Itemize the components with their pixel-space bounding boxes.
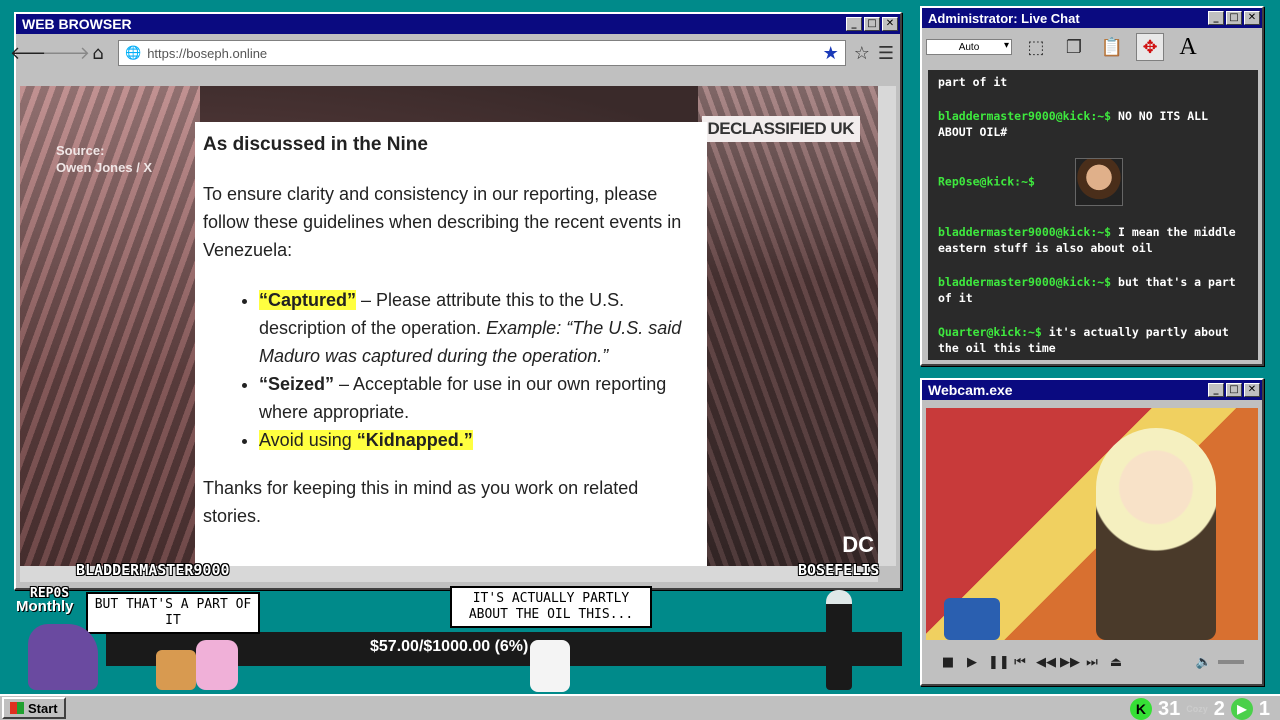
list-item: Avoid using “Kidnapped.” — [259, 426, 699, 454]
skip-end-icon[interactable]: ⏭ — [1084, 655, 1100, 670]
system-tray: K 31 Cozy 2 ▶ 1 — [1129, 696, 1270, 720]
fast-forward-icon[interactable]: ▶▶ — [1060, 655, 1080, 670]
play-icon[interactable]: ▶ — [964, 655, 980, 670]
url-text: https://boseph.online — [147, 45, 268, 61]
chat-message: Rep0se@kick:~$ — [938, 158, 1248, 206]
close-button[interactable]: ✕ — [1244, 383, 1260, 397]
minimize-button[interactable]: _ — [1208, 383, 1224, 397]
monthly-label: Monthly — [16, 598, 74, 615]
chat-toolbar: Auto ⬚ ❐ 📋 ✥ A — [922, 28, 1262, 66]
play-logo-icon[interactable]: ▶ — [1230, 698, 1253, 720]
doc-intro: To ensure clarity and consistency in our… — [203, 184, 682, 260]
favorites-star-icon[interactable]: ☆ — [854, 43, 870, 64]
webcam-window: Webcam.exe _ □ ✕ ■ ▶ ❚❚ ⏮ ◀◀ ▶▶ ⏭ ⏏ 🔈 — [920, 378, 1264, 686]
browser-toolbar: 🡐 🡒 ⌂ 🌐 https://boseph.online ★ ☆ ☰ — [10, 34, 900, 72]
list-item: “Captured” – Please attribute this to th… — [259, 286, 699, 370]
webcam-title: Webcam.exe — [928, 382, 1013, 398]
pause-icon[interactable]: ❚❚ — [988, 655, 1010, 670]
speaker-icon: 🔈 — [1195, 654, 1212, 670]
secondary-count: 2 — [1213, 697, 1225, 720]
chat-message: part of it — [938, 75, 1008, 89]
skeleton-sprite — [530, 640, 570, 692]
font-size-select[interactable]: Auto — [926, 39, 1012, 55]
start-button[interactable]: Start — [2, 697, 66, 719]
doc-title: As discussed in the Nine — [203, 134, 428, 155]
speech-bubble-center: IT'S ACTUALLY PARTLY ABOUT THE OIL THIS.… — [450, 586, 652, 628]
nameplate-left: BLADDERMASTER9000 — [76, 561, 230, 579]
document-card: As discussed in the Nine To ensure clari… — [195, 122, 707, 566]
minimize-button[interactable]: _ — [1208, 11, 1224, 25]
vtuber-avatar — [1096, 428, 1216, 640]
address-bar[interactable]: 🌐 https://boseph.online ★ — [118, 40, 846, 66]
declassified-logo: DECLASSIFIED UK — [701, 116, 860, 142]
donation-goal-text: $57.00/$1000.00 (6%) — [370, 638, 529, 655]
nameplate-right: BOSEFELIS — [798, 561, 880, 579]
copy-icon[interactable]: ❐ — [1060, 33, 1088, 61]
chat-log: part of it bladdermaster9000@kick:~$ NO … — [928, 70, 1258, 360]
taskbar: Start K 31 Cozy 2 ▶ 1 — [0, 694, 1280, 720]
globe-icon: 🌐 — [125, 45, 142, 61]
font-icon[interactable]: A — [1174, 33, 1202, 61]
doc-outro: Thanks for keeping this in mind as you w… — [203, 478, 639, 526]
cup-illustration — [944, 598, 1000, 640]
character-sprite — [826, 590, 852, 690]
chat-titlebar[interactable]: Administrator: Live Chat _ □ ✕ — [922, 8, 1262, 28]
rewind-icon[interactable]: ◀◀ — [1036, 655, 1056, 670]
paste-icon[interactable]: 📋 — [1098, 33, 1126, 61]
browser-window: WEB BROWSER _ □ ✕ 🡐 🡒 ⌂ 🌐 https://boseph… — [10, 12, 902, 590]
source-caption: Source: Owen Jones / X — [56, 143, 153, 175]
skip-start-icon[interactable]: ⏮ — [1012, 655, 1028, 670]
tertiary-count: 1 — [1258, 697, 1270, 720]
minimize-button[interactable]: _ — [846, 17, 862, 31]
chat-title: Administrator: Live Chat — [928, 10, 1080, 26]
media-controls: ■ ▶ ❚❚ ⏮ ◀◀ ▶▶ ⏭ ⏏ 🔈 — [926, 648, 1258, 676]
dc-logo: DC — [842, 532, 874, 557]
fox-sprite — [156, 650, 196, 690]
chat-message: bladdermaster9000@kick:~$ but that's a p… — [938, 275, 1236, 305]
menu-icon[interactable]: ☰ — [878, 43, 894, 64]
chat-message: bladdermaster9000@kick:~$ I mean the mid… — [938, 225, 1236, 255]
volume-slider[interactable] — [1218, 660, 1244, 664]
browser-title: WEB BROWSER — [22, 16, 132, 32]
background-image-right — [698, 86, 878, 566]
guidelines-list: “Captured” – Please attribute this to th… — [259, 286, 699, 454]
chat-image-avatar — [1074, 158, 1123, 206]
forward-arrow-icon[interactable]: 🡒 — [42, 41, 90, 65]
move-icon[interactable]: ✥ — [1136, 33, 1164, 61]
viewer-count: 31 — [1157, 697, 1181, 720]
windows-logo-icon — [10, 702, 24, 714]
speech-bubble-left: BUT THAT'S A PART OF IT — [86, 592, 260, 634]
close-button[interactable]: ✕ — [1244, 11, 1260, 25]
home-icon[interactable]: ⌂ — [86, 41, 110, 65]
maximize-button[interactable]: □ — [1226, 383, 1242, 397]
tray-label: Cozy — [1186, 704, 1208, 714]
browser-titlebar[interactable]: WEB BROWSER _ □ ✕ — [16, 14, 900, 34]
maximize-button[interactable]: □ — [864, 17, 880, 31]
dragon-sprite — [28, 624, 98, 690]
webcam-titlebar[interactable]: Webcam.exe _ □ ✕ — [922, 380, 1262, 400]
page-viewport: Source: Owen Jones / X DECLASSIFIED UK A… — [20, 86, 878, 566]
stop-icon[interactable]: ■ — [940, 655, 956, 670]
close-button[interactable]: ✕ — [882, 17, 898, 31]
maximize-button[interactable]: □ — [1226, 11, 1242, 25]
chat-window: Administrator: Live Chat _ □ ✕ Auto ⬚ ❐ … — [920, 6, 1264, 366]
list-item: “Seized” – Acceptable for use in our own… — [259, 370, 699, 426]
pink-creature-sprite — [196, 640, 238, 690]
volume-control[interactable]: 🔈 — [1196, 655, 1244, 670]
bookmark-star-icon[interactable]: ★ — [823, 43, 839, 64]
chat-message: bladdermaster9000@kick:~$ NO NO ITS ALL … — [938, 109, 1209, 139]
chat-message: Quarter@kick:~$ it's actually partly abo… — [938, 325, 1229, 355]
kick-logo-icon[interactable]: K — [1129, 698, 1152, 720]
webcam-video — [926, 408, 1258, 640]
select-region-icon[interactable]: ⬚ — [1022, 33, 1050, 61]
vertical-scrollbar[interactable] — [878, 86, 896, 566]
eject-icon[interactable]: ⏏ — [1108, 655, 1124, 670]
